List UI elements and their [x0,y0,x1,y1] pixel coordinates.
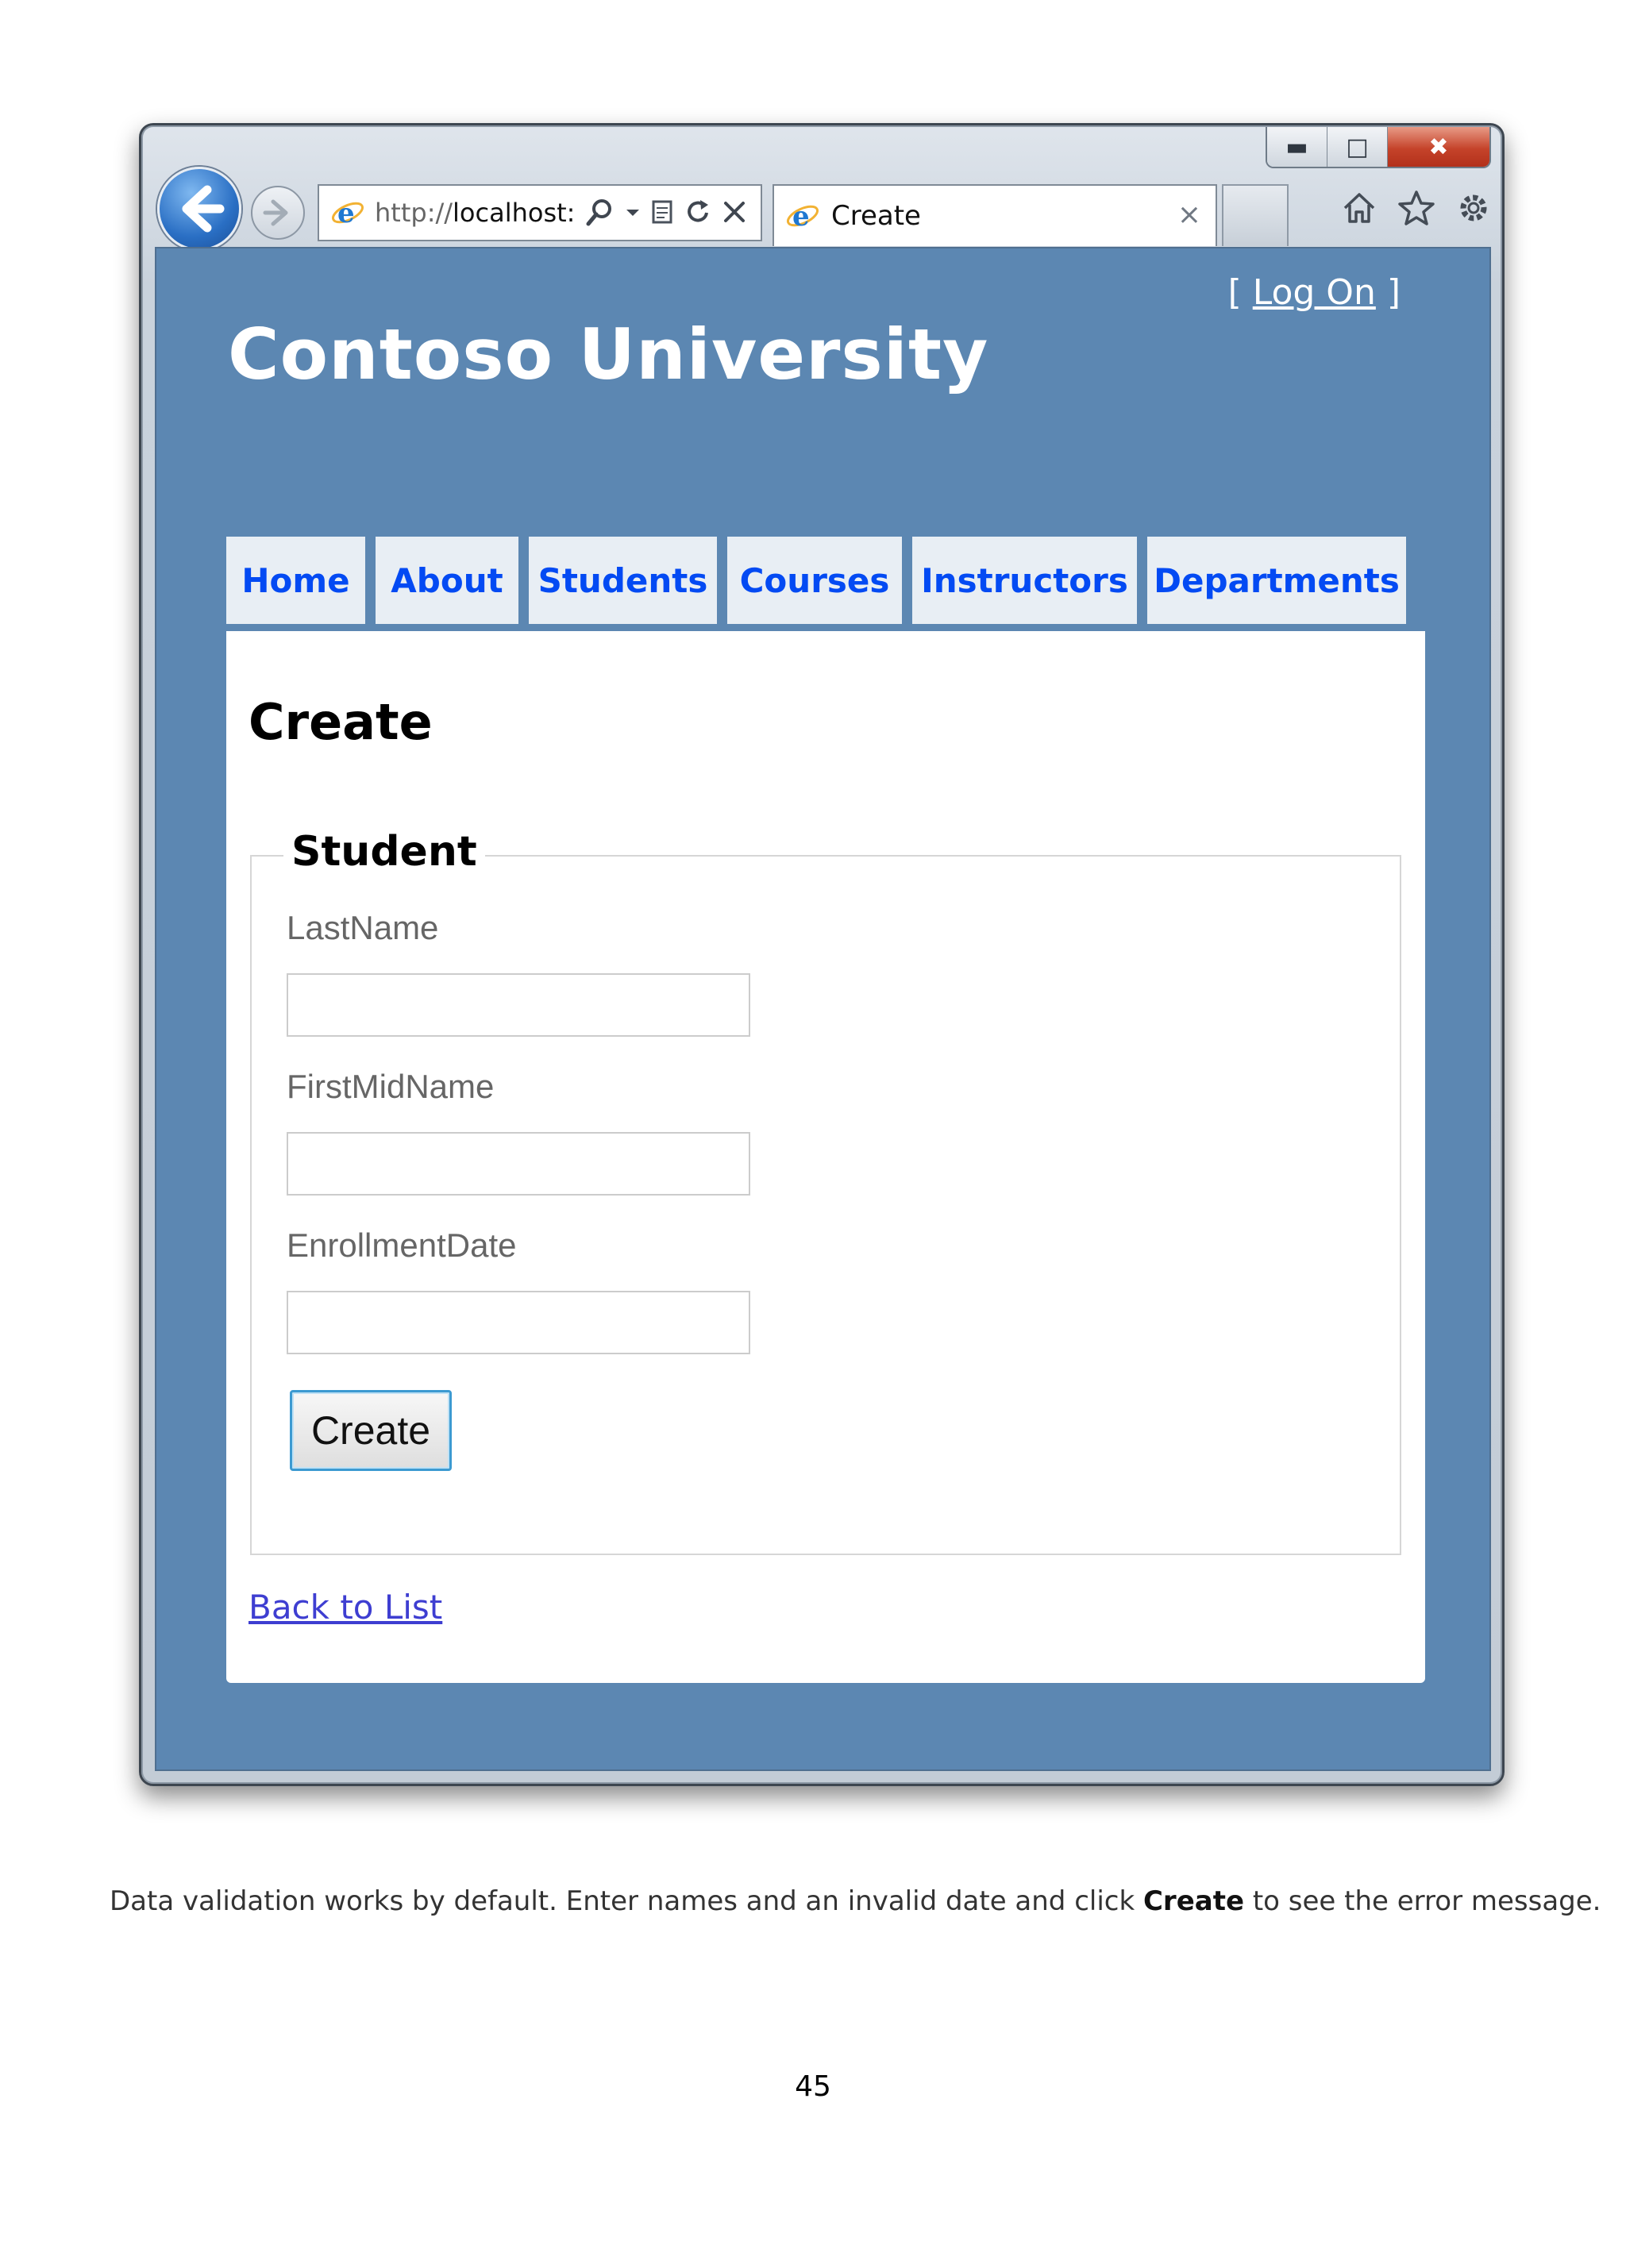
page-number: 45 [795,2070,831,2103]
browser-toolbar [1339,187,1494,229]
close-window-icon[interactable]: ✖ [1388,127,1489,167]
tab-title: Create [831,200,921,232]
gear-icon[interactable] [1453,187,1494,229]
caption-text-start: Data validation works by default. Enter … [110,1885,1143,1917]
forward-button[interactable] [251,186,305,240]
search-icon[interactable] [584,197,616,229]
url-protocol: http:// [375,198,453,228]
login-display: [ Log On ] [1228,272,1401,313]
refresh-icon[interactable] [684,197,713,229]
login-bracket-open: [ [1227,272,1253,313]
home-icon[interactable] [1339,187,1380,229]
svg-text:e: e [337,198,355,229]
site-title: Contoso University [228,314,989,395]
tab-create[interactable]: e Create × [773,184,1217,246]
url-text: http://localhost: [375,198,575,228]
menu-item-home[interactable]: Home [226,537,365,624]
document-caption: Data validation works by default. Enter … [110,1885,1601,1917]
fieldset-legend: Student [283,828,485,876]
forward-arrow-icon [263,199,288,226]
maximize-icon[interactable]: □ [1327,127,1388,167]
minimize-icon[interactable]: ▬ [1267,127,1327,167]
lastname-input[interactable] [287,973,750,1037]
firstmidname-label: FirstMidName [287,1068,495,1105]
student-fieldset: Student LastName FirstMidName Enrollment… [250,828,1401,1555]
login-bracket-close: ] [1375,272,1401,313]
page-title: Create [249,693,433,751]
dropdown-icon[interactable] [624,197,642,229]
enrollmentdate-input[interactable] [287,1291,750,1354]
caption-bold-create: Create [1142,1885,1245,1917]
url-host: localhost: [453,198,576,228]
compatibility-view-icon[interactable] [649,197,676,229]
tab-ie-logo-icon: e [786,201,819,233]
address-tools [584,197,748,229]
caption-text-end: to see the error message. [1244,1885,1601,1917]
log-on-link[interactable]: Log On [1253,272,1376,313]
tab-close-icon[interactable]: × [1177,198,1201,231]
menu-item-departments[interactable]: Departments [1147,537,1406,624]
back-to-list-link[interactable]: Back to List [249,1588,442,1627]
back-arrow-icon [182,185,225,233]
firstmidname-input[interactable] [287,1132,750,1196]
page-viewport: [ Log On ] Contoso University Home About… [155,247,1491,1771]
main-content: Create Student LastName FirstMidName Enr… [226,631,1425,1683]
menu-item-courses[interactable]: Courses [727,537,902,624]
menu-item-students[interactable]: Students [529,537,717,624]
menu-item-about[interactable]: About [376,537,518,624]
enrollmentdate-label: EnrollmentDate [287,1226,517,1264]
favorites-star-icon[interactable] [1396,187,1437,229]
svg-text:e: e [792,201,810,233]
ie-logo-icon: e [331,198,364,229]
window-controls: ▬ □ ✖ [1266,127,1491,168]
lastname-label: LastName [287,909,439,946]
address-bar[interactable]: e http://localhost: [318,184,762,241]
browser-window: ▬ □ ✖ e http://localhost: e Create × [L… [139,123,1505,1786]
back-button[interactable] [157,167,241,251]
new-tab-button[interactable] [1222,184,1289,246]
menu-item-instructors[interactable]: Instructors [912,537,1137,624]
stop-icon[interactable] [721,197,748,229]
create-button[interactable]: Create [290,1390,452,1471]
